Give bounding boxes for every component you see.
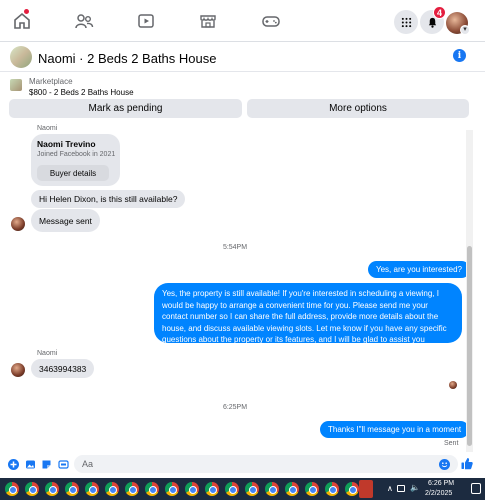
- listing-avatar[interactable]: [10, 46, 32, 68]
- listing-price-title[interactable]: $800 - 2 Beds 2 Baths House: [29, 88, 134, 97]
- chrome-icon[interactable]: [265, 482, 279, 496]
- sender-avatar[interactable]: [11, 363, 25, 377]
- chrome-icon[interactable]: [65, 482, 79, 496]
- buyer-card: Naomi Trevino Joined Facebook in 2021 Bu…: [31, 134, 120, 186]
- outgoing-message[interactable]: Thanks I"ll message you in a moment: [320, 421, 470, 438]
- menu-grid-icon[interactable]: [394, 10, 418, 34]
- notification-center-icon[interactable]: [471, 483, 481, 494]
- sender-label: Naomi: [37, 350, 58, 357]
- message-input[interactable]: Aa: [74, 455, 458, 473]
- outgoing-message[interactable]: Yes, the property is still available! If…: [154, 283, 462, 344]
- notification-badge: 4: [433, 6, 447, 19]
- incoming-message[interactable]: Hi Helen Dixon, is this still available?: [31, 190, 186, 208]
- taskbar-time[interactable]: 6:26 PM: [428, 480, 454, 487]
- home-icon[interactable]: [12, 11, 32, 31]
- home-dot-indicator: [24, 9, 29, 14]
- message-timestamp: 6:25PM: [222, 404, 248, 411]
- chrome-icon[interactable]: [125, 482, 139, 496]
- photo-icon[interactable]: [25, 459, 36, 470]
- top-nav: 4 ▾: [0, 0, 485, 42]
- message-placeholder: Aa: [82, 459, 94, 469]
- network-icon[interactable]: [397, 485, 405, 492]
- scrollbar-thumb[interactable]: [467, 246, 472, 446]
- incoming-message[interactable]: Message sent: [31, 209, 100, 232]
- conversation-header: Naomi · 2 Beds 2 Baths House i: [0, 42, 485, 72]
- listing-panel: Marketplace $800 - 2 Beds 2 Baths House …: [0, 73, 485, 125]
- sticker-icon[interactable]: [41, 459, 52, 470]
- chrome-icon[interactable]: [345, 482, 359, 496]
- chrome-icon[interactable]: [325, 482, 339, 496]
- info-icon[interactable]: i: [453, 49, 466, 62]
- video-icon[interactable]: [136, 11, 156, 31]
- chrome-icon[interactable]: [145, 482, 159, 496]
- gif-icon[interactable]: [58, 459, 69, 470]
- chrome-icon[interactable]: [25, 482, 39, 496]
- more-options-button[interactable]: More options: [247, 99, 469, 118]
- os-taskbar: ∧ 🔈 6:26 PM 2/2/2025: [0, 478, 485, 500]
- sender-avatar[interactable]: [11, 217, 25, 231]
- chrome-icon[interactable]: [105, 482, 119, 496]
- outgoing-message[interactable]: Yes, are you interested?: [368, 261, 470, 278]
- chevron-down-icon[interactable]: ▾: [460, 25, 470, 35]
- thumbs-up-icon[interactable]: [461, 457, 473, 470]
- message-scrollbar[interactable]: [466, 130, 473, 452]
- sender-label: Naomi: [37, 125, 58, 132]
- chrome-icon[interactable]: [45, 482, 59, 496]
- chrome-icon[interactable]: [85, 482, 99, 496]
- conversation-title[interactable]: Naomi · 2 Beds 2 Baths House: [38, 51, 216, 66]
- seen-avatar: [449, 381, 457, 389]
- chrome-icon[interactable]: [165, 482, 179, 496]
- chrome-icon[interactable]: [225, 482, 239, 496]
- friends-icon[interactable]: [74, 11, 94, 31]
- tray-chevron-icon[interactable]: ∧: [387, 484, 393, 493]
- chrome-icon[interactable]: [205, 482, 219, 496]
- mark-as-pending-button[interactable]: Mark as pending: [9, 99, 242, 118]
- chrome-icon[interactable]: [305, 482, 319, 496]
- chrome-icon[interactable]: [5, 482, 19, 496]
- taskbar-date[interactable]: 2/2/2025: [425, 490, 452, 497]
- chrome-icon[interactable]: [185, 482, 199, 496]
- gaming-icon[interactable]: [261, 11, 281, 31]
- app-icon[interactable]: [359, 480, 373, 498]
- emoji-icon[interactable]: [439, 459, 450, 470]
- chrome-icon[interactable]: [245, 482, 259, 496]
- buyer-name[interactable]: Naomi Trevino: [37, 139, 96, 149]
- plus-icon[interactable]: [8, 459, 19, 470]
- message-timestamp: 5:54PM: [222, 244, 248, 251]
- listing-thumbnail[interactable]: [10, 79, 22, 91]
- sent-status: Sent: [444, 440, 459, 447]
- chrome-icon[interactable]: [285, 482, 299, 496]
- composer: Aa: [0, 452, 485, 476]
- incoming-message[interactable]: 3463994383: [31, 359, 95, 378]
- buyer-details-button[interactable]: Buyer details: [37, 165, 109, 181]
- buyer-joined: Joined Facebook in 2021: [37, 151, 116, 158]
- volume-icon[interactable]: 🔈: [410, 483, 420, 492]
- listing-category: Marketplace: [29, 77, 73, 86]
- marketplace-icon[interactable]: [198, 11, 218, 31]
